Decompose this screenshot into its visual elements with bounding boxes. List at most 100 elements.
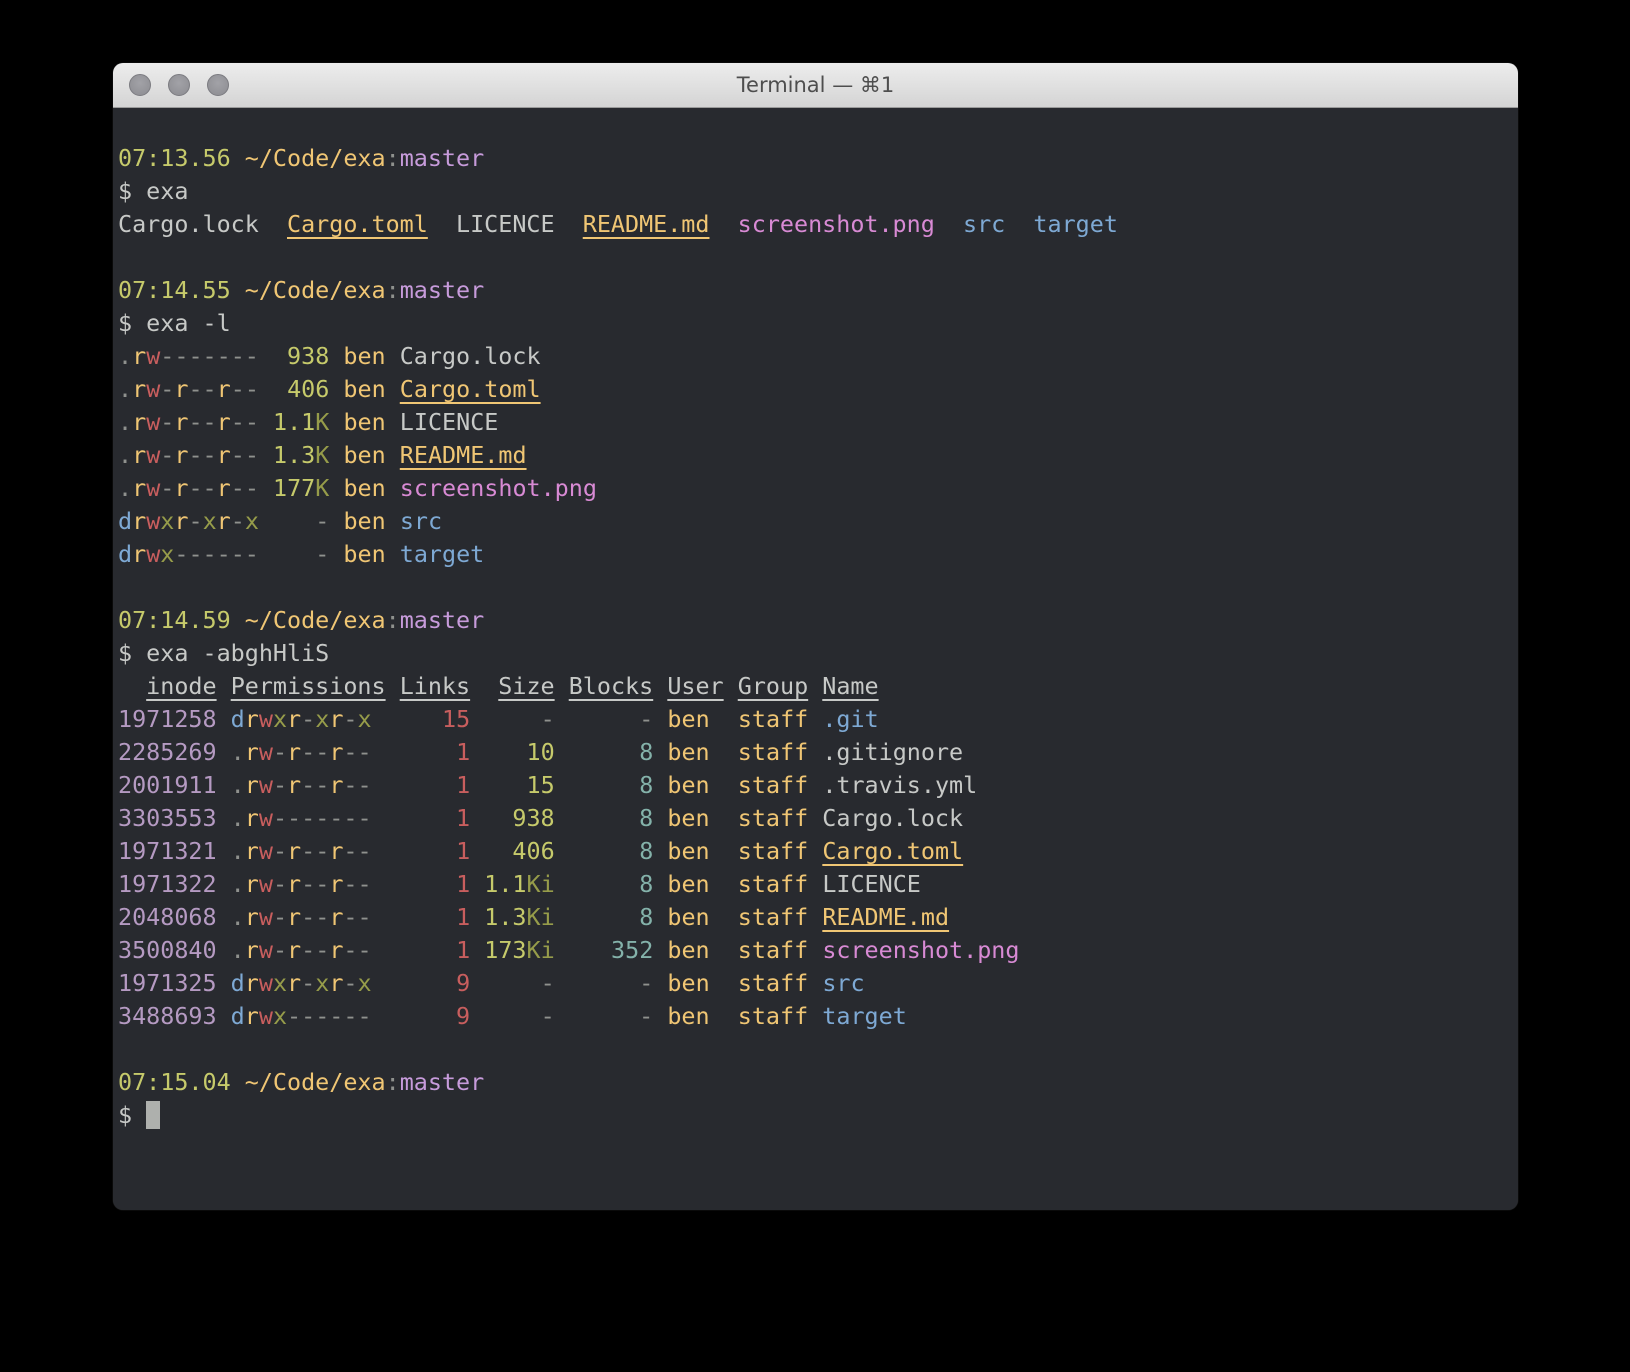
text-segment [555, 1002, 569, 1030]
text-segment: r [287, 837, 301, 865]
file-list-row: .rw-r--r-- 1.3K ben README.md [118, 439, 1510, 472]
text-segment [217, 936, 231, 964]
text-segment [259, 507, 273, 535]
text-segment [653, 903, 667, 931]
text-segment [808, 804, 822, 832]
text-segment: staff [738, 1002, 808, 1030]
text-segment [470, 936, 484, 964]
text-segment [710, 870, 738, 898]
text-segment: . [231, 837, 245, 865]
text-segment: r [329, 969, 343, 997]
cursor [146, 1101, 160, 1129]
text-segment: ben [343, 441, 385, 469]
text-segment: ben [667, 837, 709, 865]
text-segment: w [146, 408, 160, 436]
minimize-button[interactable] [168, 74, 190, 96]
text-segment: -- [343, 936, 371, 964]
text-segment: r [245, 804, 259, 832]
window-title: Terminal — ⌘1 [737, 73, 894, 97]
text-segment [329, 540, 343, 568]
text-segment [710, 969, 738, 997]
text-segment [653, 837, 667, 865]
text-segment [710, 738, 738, 766]
text-segment: 406 [287, 375, 329, 403]
table-row: 1971321 .rw-r--r-- 1 406 8 ben staff Car… [118, 835, 1510, 868]
title-bar[interactable]: Terminal — ⌘1 [113, 63, 1518, 108]
text-segment [808, 771, 822, 799]
text-segment: -- [343, 903, 371, 931]
text-segment: w [146, 474, 160, 502]
text-segment: $ exa -abghHliS [118, 639, 329, 667]
text-segment: r [174, 408, 188, 436]
text-segment: -- [231, 408, 259, 436]
text-segment: ~/Code/exa [245, 1068, 386, 1096]
text-segment: r [245, 969, 259, 997]
text-segment: r [132, 375, 146, 403]
text-segment: r [217, 507, 231, 535]
text-segment: -- [343, 771, 371, 799]
text-segment: r [132, 507, 146, 535]
text-segment [372, 1002, 400, 1030]
text-segment: r [287, 771, 301, 799]
text-segment [329, 507, 343, 535]
text-segment: -- [301, 771, 329, 799]
text-segment: staff [738, 705, 808, 733]
text-segment: README.md [583, 210, 710, 238]
text-segment: ben [343, 375, 385, 403]
text-segment: $ exa [118, 177, 188, 205]
text-segment: -- [301, 903, 329, 931]
text-segment [710, 903, 738, 931]
text-segment [808, 837, 822, 865]
text-segment: src [963, 210, 1005, 238]
text-segment: Ki [527, 870, 555, 898]
text-segment: x [273, 1002, 287, 1030]
text-segment: 1 [400, 804, 470, 832]
text-segment: x [203, 507, 217, 535]
text-segment: r [329, 837, 343, 865]
terminal-screen[interactable]: 07:13.56 ~/Code/exa:master$ exaCargo.loc… [113, 108, 1518, 1210]
text-segment: -- [301, 870, 329, 898]
text-segment: Blocks [569, 672, 654, 700]
text-segment [470, 672, 498, 700]
text-segment: ------ [174, 540, 259, 568]
text-segment: 1 [400, 870, 470, 898]
text-segment [217, 804, 231, 832]
table-header-row: inode Permissions Links Size Blocks User… [118, 670, 1510, 703]
text-segment: target [822, 1002, 907, 1030]
text-segment [470, 1002, 484, 1030]
text-segment: - [188, 507, 202, 535]
text-segment: staff [738, 903, 808, 931]
text-segment: - [273, 936, 287, 964]
text-segment [470, 738, 484, 766]
text-segment: r [329, 870, 343, 898]
text-segment: 07:14.55 [118, 276, 231, 304]
text-segment: r [245, 837, 259, 865]
text-segment: w [146, 342, 160, 370]
text-segment: r [287, 870, 301, 898]
text-segment [710, 936, 738, 964]
text-segment: Permissions [231, 672, 386, 700]
text-segment: -- [231, 441, 259, 469]
text-segment: - [569, 1002, 654, 1030]
text-segment: 177 [273, 474, 315, 502]
command-line: $ exa -l [118, 307, 1510, 340]
text-segment [259, 540, 273, 568]
command-line: $ exa -abghHliS [118, 637, 1510, 670]
text-segment: src [400, 507, 442, 535]
text-segment: Size [498, 672, 554, 700]
text-segment: 8 [569, 837, 654, 865]
text-segment: 8 [569, 804, 654, 832]
zoom-button[interactable] [207, 74, 229, 96]
text-segment: 10 [484, 738, 554, 766]
file-list-row: drwx------ - ben target [118, 538, 1510, 571]
text-segment: x [160, 507, 174, 535]
text-segment: . [231, 903, 245, 931]
text-segment: ~/Code/exa [245, 606, 386, 634]
text-segment [555, 771, 569, 799]
text-segment [710, 771, 738, 799]
text-segment: inode [146, 672, 216, 700]
close-button[interactable] [129, 74, 151, 96]
text-segment: staff [738, 771, 808, 799]
text-segment: w [259, 870, 273, 898]
table-row: 2285269 .rw-r--r-- 1 10 8 ben staff .git… [118, 736, 1510, 769]
